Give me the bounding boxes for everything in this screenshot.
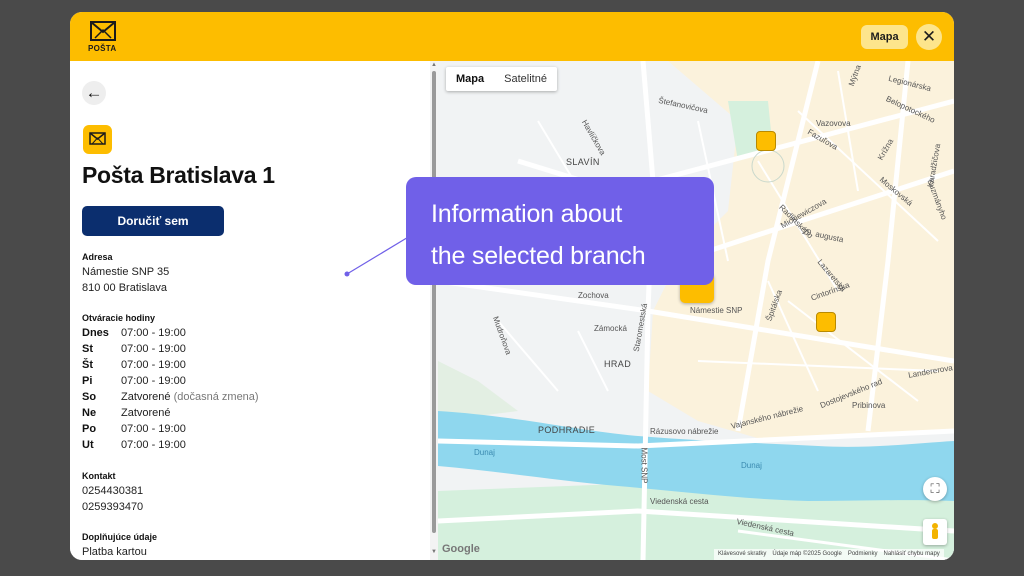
address-line-1: Námestie SNP 35 — [82, 266, 170, 278]
background-ghost-marker — [700, 0, 820, 12]
hours-day: Ne — [82, 407, 97, 419]
attrib-data: Údaje máp ©2025 Google — [772, 551, 842, 557]
hours-time: 07:00 - 19:00 — [121, 375, 186, 387]
logo-text: POŠTA — [88, 44, 117, 53]
hours-time: Zatvorené (dočasná zmena) — [121, 391, 259, 403]
map-label-zamocka: Zámocká — [594, 324, 627, 333]
back-arrow-icon[interactable]: ← — [82, 81, 106, 105]
fullscreen-icon[interactable]: ⛶ — [923, 477, 947, 501]
panel-scrollbar[interactable]: ▲ ▼ — [430, 61, 438, 560]
temporary-change-note: (dočasná zmena) — [173, 391, 259, 403]
map-label-slavin: SLAVÍN — [566, 157, 600, 167]
map-tab-satellite[interactable]: Satelitné — [494, 67, 557, 91]
map-label-vazovova: Vazovova — [816, 119, 851, 128]
map-button[interactable]: Mapa — [861, 25, 908, 49]
branch-modal: POŠTA Mapa ✕ ← Pošta Bratislava 1 Doruči… — [70, 12, 954, 560]
map-label-podhradie: PODHRADIE — [538, 425, 596, 435]
phone-1[interactable]: 0254430381 — [82, 485, 143, 497]
attrib-report[interactable]: Nahlásiť chybu mapy — [884, 549, 940, 560]
deliver-here-button[interactable]: Doručiť sem — [82, 206, 224, 236]
map-attribution: Klávesové skratky Údaje máp ©2025 Google… — [714, 549, 944, 560]
attrib-terms[interactable]: Podmienky — [848, 549, 878, 560]
hours-day: Dnes — [82, 327, 109, 339]
hours-time: 07:00 - 19:00 — [121, 327, 186, 339]
map-label-viedenska-1: Viedenská cesta — [650, 497, 709, 506]
map-label-razusovo: Rázusovo nábrežie — [650, 427, 719, 436]
post-office-icon — [83, 125, 112, 154]
post-office-marker[interactable] — [816, 312, 836, 332]
hours-time: 07:00 - 19:00 — [121, 359, 186, 371]
annotation-callout: Information about the selected branch — [406, 177, 714, 285]
map-tab-mapa[interactable]: Mapa — [446, 67, 494, 91]
scroll-thumb[interactable] — [432, 71, 436, 533]
map-label-dunaj-west: Dunaj — [474, 448, 495, 457]
address-line-2: 810 00 Bratislava — [82, 282, 167, 294]
modal-header: POŠTA Mapa ✕ — [70, 12, 954, 61]
hours-time: 07:00 - 19:00 — [121, 423, 186, 435]
map-label-most-snp: Most SNP — [639, 447, 649, 484]
map-view[interactable]: Mapa Satelitné SLAVÍN HRAD PODHRADIE Dun… — [438, 61, 954, 560]
extra-info-label: Doplňujúce údaje — [82, 532, 158, 542]
hours-time: 07:00 - 19:00 — [121, 343, 186, 355]
phone-2[interactable]: 0259393470 — [82, 501, 143, 513]
map-type-toggle[interactable]: Mapa Satelitné — [446, 67, 557, 91]
hours-day: Ut — [82, 439, 94, 451]
hours-day: So — [82, 391, 97, 403]
card-payment-info: Platba kartou — [82, 546, 147, 558]
map-label-dunaj-east: Dunaj — [741, 461, 762, 470]
scroll-up-icon[interactable]: ▲ — [431, 62, 437, 68]
scroll-down-icon[interactable]: ▼ — [431, 549, 437, 555]
hours-day: Pi — [82, 375, 93, 387]
close-icon[interactable]: ✕ — [916, 24, 942, 50]
hours-day: Št — [82, 359, 93, 371]
hours-time: Zatvorené — [121, 407, 171, 419]
map-label-zochova: Zochova — [578, 291, 609, 300]
map-label-hrad: HRAD — [604, 359, 632, 369]
street-view-pegman-icon[interactable] — [923, 519, 947, 545]
hours-time: 07:00 - 19:00 — [121, 439, 186, 451]
branch-title: Pošta Bratislava 1 — [82, 162, 275, 188]
callout-text: Information about the selected branch — [431, 200, 646, 270]
post-office-marker[interactable] — [756, 131, 776, 151]
attrib-shortcuts[interactable]: Klávesové skratky — [718, 549, 766, 560]
branch-detail-panel: ← Pošta Bratislava 1 Doručiť sem Adresa … — [70, 61, 438, 560]
hours-day: Po — [82, 423, 97, 435]
map-label-pribinova: Pribinova — [852, 401, 886, 410]
map-label-namestie-snp: Námestie SNP — [690, 306, 743, 315]
google-logo: Google — [442, 543, 480, 555]
opening-hours-label: Otváracie hodiny — [82, 313, 156, 323]
address-label: Adresa — [82, 252, 113, 262]
hours-day: St — [82, 343, 93, 355]
contact-label: Kontakt — [82, 471, 116, 481]
